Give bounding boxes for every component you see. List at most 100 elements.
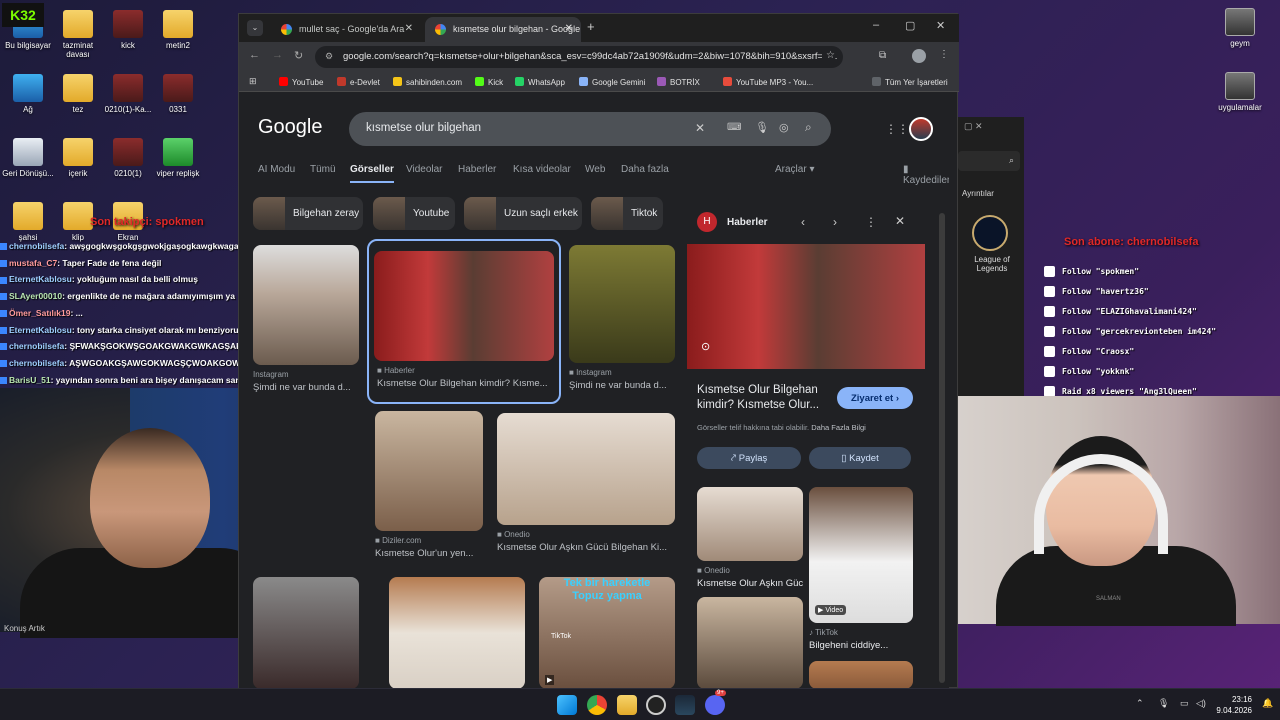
bookmark-item[interactable]: BOTRİX [657,77,700,87]
preview-image[interactable]: ⊙ [687,244,925,369]
preview-title[interactable]: Kısmetse Olur Bilgehan kimdir? Kısmetse … [697,383,825,413]
search-tab[interactable]: Haberler [458,164,496,175]
close-tab-icon[interactable]: ✕ [405,23,413,34]
search-tab[interactable]: Daha fazla [621,164,669,175]
desktop-icon[interactable]: 0210(1) [100,138,156,178]
desktop-icon-uygulamalar[interactable]: uygulamalar [1212,72,1268,112]
search-tab[interactable]: Web [585,164,605,175]
result-image-tiktok[interactable]: Tek bir hareketle Topuz yapma TikTok ▶ [539,577,675,689]
desktop-icon[interactable]: Ağ [0,74,56,114]
result-image-selected[interactable]: ■ Haberler Kısmetse Olur Bilgehan kimdir… [367,239,561,404]
result-image-1[interactable]: Instagram Şimdi ne var bunda d... [253,245,359,393]
address-bar[interactable]: ⚙ google.com/search?q=kısmetse+olur+bilg… [315,46,843,68]
visit-button[interactable]: Ziyaret et › [837,387,913,409]
suggestion-chip[interactable]: Youtube [373,197,455,230]
desktop-icon[interactable]: tez [50,74,106,114]
google-apps-icon[interactable]: ⋮⋮ [885,122,909,136]
forward-icon[interactable]: → [272,49,283,61]
desktop-icon[interactable]: 0331 [150,74,206,114]
mic-icon[interactable]: 🎙 [755,121,769,134]
bookmark-item[interactable]: e-Devlet [337,77,380,87]
desktop-icon-geym[interactable]: geym [1212,8,1268,48]
bookmark-item[interactable]: YouTube [279,77,323,87]
tab-mullet[interactable]: mullet saç - Google'da Ara ✕ [271,17,421,42]
apps-icon[interactable]: ⊞ [249,76,257,87]
account-avatar[interactable] [909,117,933,141]
search-input[interactable]: ⌕ [958,151,1020,171]
suggestion-chip[interactable]: Tiktok [591,197,663,230]
site-info-icon[interactable]: ⚙ [325,51,333,62]
related-image-2[interactable]: ▶ Video ♪ TikTok Bilgeheni ciddiye... [809,487,913,651]
details-label[interactable]: Ayrıntılar [962,189,994,198]
saved-button[interactable]: ▮ Kaydedilenler [903,164,949,186]
new-tab-button[interactable]: + [587,19,595,34]
clock[interactable]: 23:16 9.04.2026 [1216,694,1252,716]
clear-icon[interactable]: ✕ [695,121,705,135]
tab-search-icon[interactable]: ⌄ [247,20,263,36]
search-icon[interactable]: ⌕ [805,120,812,135]
bookmark-item[interactable]: Kick [475,77,503,87]
desktop-icon[interactable]: metin2 [150,10,206,50]
file-explorer-icon[interactable] [617,695,637,715]
close-tab-icon[interactable]: ✕ [565,23,573,34]
bookmark-item[interactable]: sahibinden.com [393,77,462,87]
minimize-button[interactable]: – [873,19,879,31]
result-image-4[interactable]: ■ Diziler.com Kısmetse Olur'un yen... [375,411,483,559]
lens-search-icon[interactable]: ⊙ [701,340,710,353]
mic-tray-icon[interactable]: 🎙 [1158,698,1169,709]
result-image-3[interactable]: ■ Instagram Şimdi ne var bunda d... [569,245,675,391]
notification-icon[interactable]: 🔔 [1262,698,1273,709]
suggestion-chip[interactable]: Uzun saçlı erkek [464,197,582,230]
desktop-icon[interactable]: tazminat davası [50,10,106,59]
search-tab[interactable]: Videolar [406,164,443,175]
desktop-icon[interactable]: kick [100,10,156,50]
bookmark-item[interactable]: Google Gemini [579,77,645,87]
search-input[interactable]: kısmetse olur bilgehan ✕ ⌨ 🎙 ◎ ⌕ [349,112,831,146]
start-icon[interactable] [557,695,577,715]
desktop-icon[interactable]: 0210(1)-Ka... [100,74,156,114]
league-of-legends-icon[interactable] [972,215,1008,251]
related-image-4[interactable] [809,661,913,689]
result-image-5[interactable]: ■ Onedio Kısmetse Olur Aşkın Gücü Bilgeh… [497,413,675,553]
desktop-icon[interactable]: viper replişk [150,138,206,178]
result-image-7[interactable] [389,577,525,689]
bookmark-star-icon[interactable]: ☆ [822,50,835,61]
window-controls[interactable]: ▢ ✕ [964,121,1020,135]
prev-icon[interactable]: ‹ [801,215,805,229]
discord-icon[interactable]: 9+ [705,690,726,715]
chrome-icon[interactable] [587,695,607,715]
extensions-icon[interactable]: ⧉ [879,50,886,61]
maximize-button[interactable]: ▢ [905,19,915,32]
desktop-icon[interactable]: şahsi [0,202,56,242]
related-image-3[interactable] [697,597,803,689]
bookmark-item[interactable]: WhatsApp [515,77,565,87]
bookmark-item[interactable]: Tüm Yer İşaretleri [872,77,948,87]
bookmark-item[interactable]: YouTube MP3 - You... [723,77,813,87]
more-info-link[interactable]: Daha Fazla Bilgi [811,423,866,432]
profile-avatar[interactable] [912,49,926,63]
result-image-6[interactable] [253,577,359,689]
desktop-icon[interactable]: içerik [50,138,106,178]
search-tab[interactable]: Tümü [310,164,336,175]
save-button[interactable]: ▯ Kaydet [809,447,911,469]
obs-icon[interactable] [646,695,666,715]
back-icon[interactable]: ← [249,49,260,61]
close-window-button[interactable]: ✕ [936,19,945,32]
tray-chevron-icon[interactable]: ⌃ [1136,698,1144,709]
volume-icon[interactable]: ◁) [1196,698,1206,709]
share-button[interactable]: ⤤ Paylaş [697,447,801,469]
close-panel-icon[interactable]: ✕ [895,214,905,228]
menu-icon[interactable]: ⋮ [939,49,949,60]
more-icon[interactable]: ⋮ [865,215,877,229]
tab-kismetse[interactable]: kısmetse olur bilgehan - Google ✕ [425,17,581,42]
search-tab[interactable]: AI Modu [258,164,295,175]
keyboard-icon[interactable]: ⌨ [727,122,741,133]
tools-button[interactable]: Araçlar ▾ [775,164,815,175]
suggestion-chip[interactable]: Bilgehan zeray [253,197,363,230]
steam-icon[interactable] [675,695,695,715]
search-tab[interactable]: Kısa videolar [513,164,571,175]
reload-icon[interactable]: ↻ [294,49,303,62]
next-icon[interactable]: › [833,215,837,229]
lens-icon[interactable]: ◎ [779,121,789,134]
desktop-icon[interactable]: Geri Dönüşü... [0,138,56,178]
